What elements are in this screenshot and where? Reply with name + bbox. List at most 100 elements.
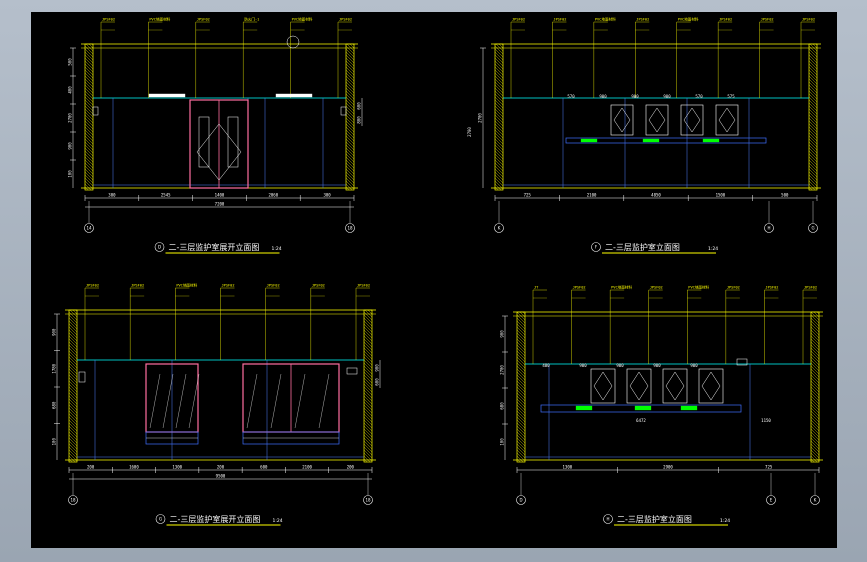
cabinet-door-diamond <box>613 107 631 133</box>
dimension-value: 2700 <box>500 365 505 375</box>
total-dimension-value: 7200 <box>215 202 225 207</box>
material-label: JPSF02 <box>765 286 778 290</box>
equipment-light-block <box>702 138 720 143</box>
wall-socket <box>78 371 86 383</box>
dimension-value: 1300 <box>172 465 182 470</box>
material-label: PVC地面材料 <box>149 17 170 22</box>
cabinet-door <box>662 368 688 404</box>
bay-dimension-value: 900 <box>579 363 587 368</box>
material-label: JT <box>534 286 539 290</box>
equipment-light-block <box>575 405 593 411</box>
dimension-value: 1500 <box>716 193 726 198</box>
material-label: PVC地面材料 <box>611 285 632 290</box>
bay-dimension-value: 480 <box>542 363 550 368</box>
total-dimension-value: 9500 <box>216 474 226 479</box>
view-marker-label: F <box>595 245 598 250</box>
bay-dimension-value: 570 <box>567 94 575 99</box>
cabinet-door-diamond <box>665 371 685 401</box>
material-label: PVC地面材料 <box>292 17 313 22</box>
material-label: JPSF02 <box>804 286 817 290</box>
material-label: JPSF02 <box>131 284 144 288</box>
equipment-light-block <box>580 138 598 143</box>
side-dimension: 1150 <box>761 418 771 423</box>
elevation-caption: 二-三层监护室立面图 <box>617 514 692 524</box>
elevation-panel-B: JPSF02 JPSF02 PVC地面材料 JPSF02 PVC地面材料 JPSF02 JP… <box>467 17 821 254</box>
left-wall-section <box>84 43 94 191</box>
dimension-value: 800 <box>357 116 362 124</box>
cabinet-door <box>590 368 616 404</box>
material-label: JPSF02 <box>197 18 210 22</box>
dimension-value: 500 <box>781 193 789 198</box>
material-label: JPSF02 <box>222 284 235 288</box>
height-dimension: 2700 <box>467 127 472 137</box>
grid-axis-label: E <box>770 498 773 503</box>
wall-hatch-line <box>68 455 76 463</box>
material-label: 防火门-1 <box>244 17 259 22</box>
dimension-value: 200 <box>217 465 225 470</box>
dimension-value: 1300 <box>563 465 573 470</box>
wall-hatch-line <box>494 186 499 191</box>
cad-drawing-canvas[interactable]: JPSF02 PVC地面材料 JPSF02 防火门-1 PVC地面材料 JPSF02 300… <box>31 12 837 548</box>
wall-hatch-line <box>516 455 524 463</box>
material-label: PVC地面材料 <box>595 17 616 22</box>
material-label: JPSF02 <box>339 18 352 22</box>
glass-reflection-line <box>294 373 306 429</box>
dimension-value: 725 <box>765 465 773 470</box>
bay-dimension-value: 570 <box>695 94 703 99</box>
grid-axis-label: 18 <box>347 226 353 231</box>
bay-dimension-value: 900 <box>616 363 624 368</box>
wall-socket <box>340 106 347 116</box>
elevation-drawing-sheet: JPSF02 PVC地面材料 JPSF02 防火门-1 PVC地面材料 JPSF02 300… <box>52 17 823 526</box>
material-label: JPSF02 <box>573 286 586 290</box>
view-marker-label: H <box>606 517 609 522</box>
cabinet-door-diamond <box>648 107 666 133</box>
elevation-scale: 1:24 <box>720 518 730 524</box>
wall-socket <box>92 106 99 116</box>
dimension-value: 900 <box>52 328 57 336</box>
wall-hatch-line <box>69 309 78 318</box>
wall-hatch-line <box>346 43 355 52</box>
material-label: PVC地面材料 <box>688 285 709 290</box>
counter-dimension: 6472 <box>636 418 646 423</box>
dimension-value: 2100 <box>587 193 597 198</box>
view-marker-label: D <box>158 245 161 250</box>
left-wall-section <box>516 311 526 463</box>
detail-callout-bubble <box>286 35 300 49</box>
grid-axis-label: K <box>814 498 817 503</box>
cabinet-door-diamond <box>683 107 701 133</box>
dimension-value: 600 <box>260 465 268 470</box>
wall-hatch-line <box>810 455 818 463</box>
ceiling-light-fixture <box>148 93 186 98</box>
material-label: JPSF02 <box>636 18 649 22</box>
elevation-scale: 1:24 <box>708 246 718 252</box>
dimension-value: 100 <box>68 170 73 178</box>
grid-axis-label: K <box>498 226 501 231</box>
bay-dimension-value: 575 <box>727 94 735 99</box>
wall-hatch-line <box>494 183 502 191</box>
material-label: PVC地面材料 <box>678 17 699 22</box>
wall-hatch-line <box>68 458 73 463</box>
wall-hatch-line <box>516 458 521 463</box>
dimension-value: 100 <box>500 438 505 446</box>
grid-axis-label: D <box>519 498 522 503</box>
material-label: JPSF02 <box>102 18 115 22</box>
wall-hatch-line <box>364 309 373 318</box>
dimension-value: 2100 <box>302 465 312 470</box>
cabinet-door <box>626 368 652 404</box>
wall-hatch-line <box>84 183 92 191</box>
grid-axis-label: H <box>767 226 770 231</box>
material-label: JPSF02 <box>727 286 740 290</box>
material-label: JPSF02 <box>312 284 325 288</box>
dimension-value: 900 <box>500 330 505 338</box>
dimension-value: 2545 <box>161 193 171 198</box>
grid-axis-label: G <box>811 226 814 231</box>
dimension-value: 100 <box>52 438 57 446</box>
material-label: JPSF02 <box>553 18 566 22</box>
dimension-value: 1780 <box>52 363 57 373</box>
elevation-caption: 二-三层监护室展开立面图 <box>170 514 261 524</box>
dimension-value: 2900 <box>663 465 673 470</box>
glass-reflection-line <box>175 373 187 429</box>
cabinet-door <box>698 368 724 404</box>
dimension-value: 400 <box>68 86 73 94</box>
material-label: JPSF02 <box>802 18 815 22</box>
